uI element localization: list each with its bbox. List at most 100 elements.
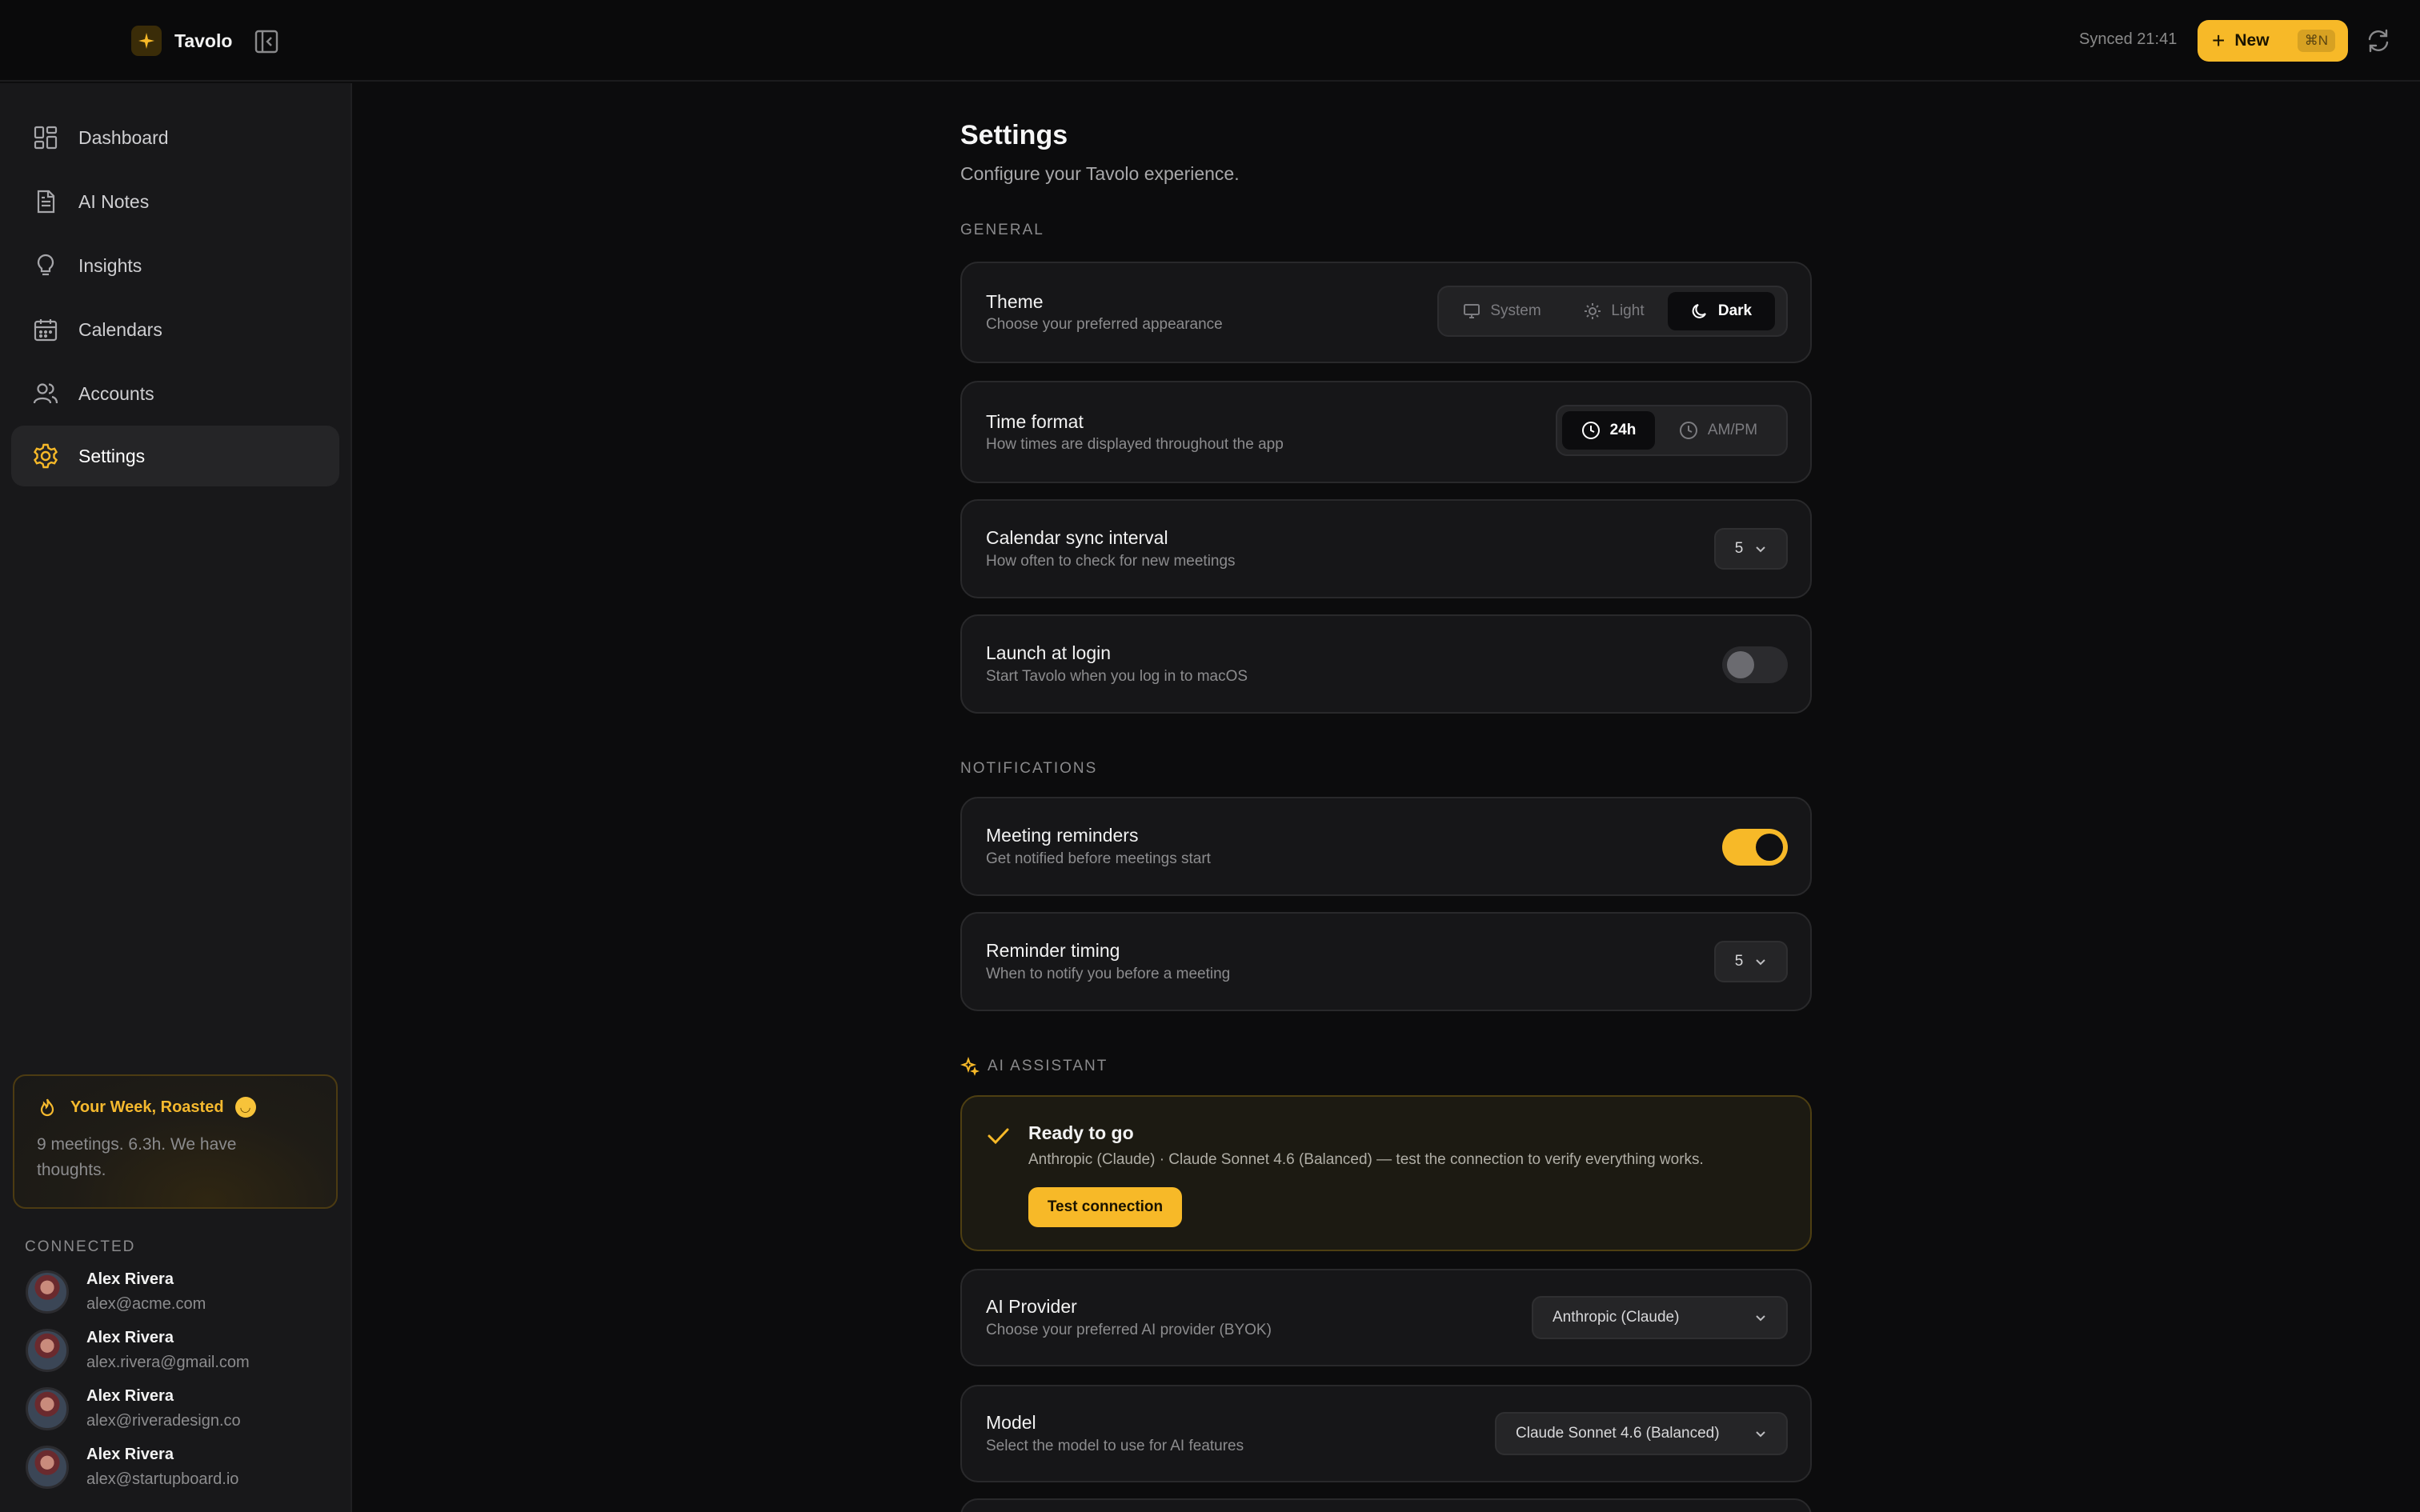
select-value: 5 [1734,540,1744,557]
weekly-roast-card[interactable]: Your Week, Roasted ◡ 9 meetings. 6.3h. W… [13,1074,338,1209]
sun-icon [1585,303,1601,319]
ready-description: Anthropic (Claude) · Claude Sonnet 4.6 (… [1028,1151,1704,1168]
calendar-icon [32,316,59,343]
account-name: Alex Rivera [86,1446,174,1463]
sidebar-item-label: Settings [78,445,146,466]
launch-at-login-setting-card: Launch at login Start Tavolo when you lo… [960,614,1812,714]
option-label: AM/PM [1707,422,1758,438]
sync-status: Synced 21:41 [2079,30,2178,48]
ai-provider-select[interactable]: Anthropic (Claude) [1532,1296,1788,1339]
lightbulb-icon [32,252,59,279]
account-email: alex@startupboard.io [86,1470,239,1488]
connected-account[interactable]: Alex Rivera alex@startupboard.io [26,1442,346,1492]
avatar [26,1446,69,1489]
sidebar-item-insights[interactable]: Insights [11,235,339,296]
shortcut-badge: ⌘N [2297,30,2335,52]
setting-description: Get notified before meetings start [986,850,1211,867]
account-name: Alex Rivera [86,1270,174,1288]
section-label-text: AI ASSISTANT [988,1058,1108,1074]
page-title: Settings [960,120,1068,150]
clock-icon [1581,422,1600,439]
sidebar-item-label: Accounts [78,382,154,404]
top-bar: Tavolo Synced 21:41 + New ⌘N [0,0,2420,82]
collapse-sidebar-icon[interactable] [253,28,280,55]
time-format-segmented-control: 24h AM/PM [1556,405,1788,456]
toggle-knob [1727,651,1754,678]
chevron-down-icon [1756,1315,1765,1322]
launch-at-login-toggle[interactable] [1722,646,1788,683]
refresh-icon[interactable] [2363,26,2394,56]
check-icon [988,1128,1009,1145]
brand[interactable]: Tavolo [131,26,232,56]
model-select[interactable]: Claude Sonnet 4.6 (Balanced) [1495,1412,1788,1455]
select-value: Anthropic (Claude) [1553,1309,1680,1326]
connected-account[interactable]: Alex Rivera alex@riveradesign.co [26,1384,346,1434]
meeting-reminders-toggle[interactable] [1722,829,1788,866]
reminder-timing-setting-card: Reminder timing When to notify you befor… [960,912,1812,1011]
account-email: alex.rivera@gmail.com [86,1354,250,1371]
sync-interval-setting-card: Calendar sync interval How often to chec… [960,499,1812,598]
theme-setting-card: Theme Choose your preferred appearance S… [960,262,1812,363]
plus-icon: + [2212,28,2226,53]
option-label: System [1490,302,1541,319]
chevron-down-icon [1756,1431,1765,1438]
clock-icon [1679,422,1697,439]
avatar [26,1387,69,1430]
sidebar-item-label: Calendars [78,318,162,340]
setting-description: Choose your preferred appearance [986,316,1223,333]
new-button-label: New [2234,31,2270,50]
ai-provider-setting-card: AI Provider Choose your preferred AI pro… [960,1269,1812,1366]
setting-title: Calendar sync interval [986,527,1168,548]
reminder-timing-select[interactable]: 5 [1714,941,1788,982]
flame-icon [40,1098,54,1117]
test-connection-button[interactable]: Test connection [1028,1187,1182,1227]
users-icon [32,380,59,407]
sidebar-item-calendars[interactable]: Calendars [11,299,339,360]
setting-description: How often to check for new meetings [986,553,1236,570]
chevron-down-icon [1756,959,1765,966]
setting-title: Time format [986,411,1084,432]
dashboard-grid-icon [32,124,59,151]
setting-description: Choose your preferred AI provider (BYOK) [986,1322,1272,1338]
page-subtitle: Configure your Tavolo experience. [960,163,1240,184]
section-label-ai-assistant: AI ASSISTANT [960,1057,1108,1076]
section-label-notifications: NOTIFICATIONS [960,760,1098,777]
sidebar-item-label: Dashboard [78,126,169,148]
option-label: Light [1611,302,1645,319]
setting-title: Model [986,1412,1036,1433]
sidebar-item-dashboard[interactable]: Dashboard [11,107,339,168]
theme-option-system[interactable]: System [1444,292,1561,330]
time-format-option-24h[interactable]: 24h [1562,411,1655,450]
setting-description: Start Tavolo when you log in to macOS [986,668,1248,685]
account-name: Alex Rivera [86,1387,174,1405]
connected-account[interactable]: Alex Rivera alex.rivera@gmail.com [26,1326,346,1375]
monitor-icon [1464,304,1480,318]
toggle-knob [1756,834,1783,861]
account-email: alex@riveradesign.co [86,1412,241,1430]
setting-title: Meeting reminders [986,825,1139,846]
chevron-down-icon [1756,546,1765,553]
sidebar-item-accounts[interactable]: Accounts [11,363,339,424]
theme-option-dark[interactable]: Dark [1668,292,1775,330]
new-button[interactable]: + New ⌘N [2198,20,2348,62]
setting-description: When to notify you before a meeting [986,966,1231,982]
connected-account[interactable]: Alex Rivera alex@acme.com [26,1267,346,1317]
sidebar: Dashboard AI Notes Insights Calendars Ac… [0,83,352,1512]
meeting-reminders-setting-card: Meeting reminders Get notified before me… [960,797,1812,896]
time-format-option-ampm[interactable]: AM/PM [1655,411,1781,450]
sidebar-item-ai-notes[interactable]: AI Notes [11,171,339,232]
avatar [26,1270,69,1314]
roast-title: Your Week, Roasted [70,1098,224,1116]
model-setting-card: Model Select the model to use for AI fea… [960,1385,1812,1482]
sidebar-item-label: Insights [78,254,142,276]
select-value: Claude Sonnet 4.6 (Balanced) [1516,1425,1720,1442]
next-setting-card-partial [960,1498,1812,1512]
upside-down-face-icon: ◡ [234,1097,256,1118]
option-label: 24h [1609,422,1637,438]
sync-interval-select[interactable]: 5 [1714,528,1788,570]
account-name: Alex Rivera [86,1329,174,1346]
sidebar-item-settings[interactable]: Settings [11,426,339,486]
document-icon [32,188,59,215]
app-name: Tavolo [174,30,233,51]
theme-option-light[interactable]: Light [1561,292,1668,330]
